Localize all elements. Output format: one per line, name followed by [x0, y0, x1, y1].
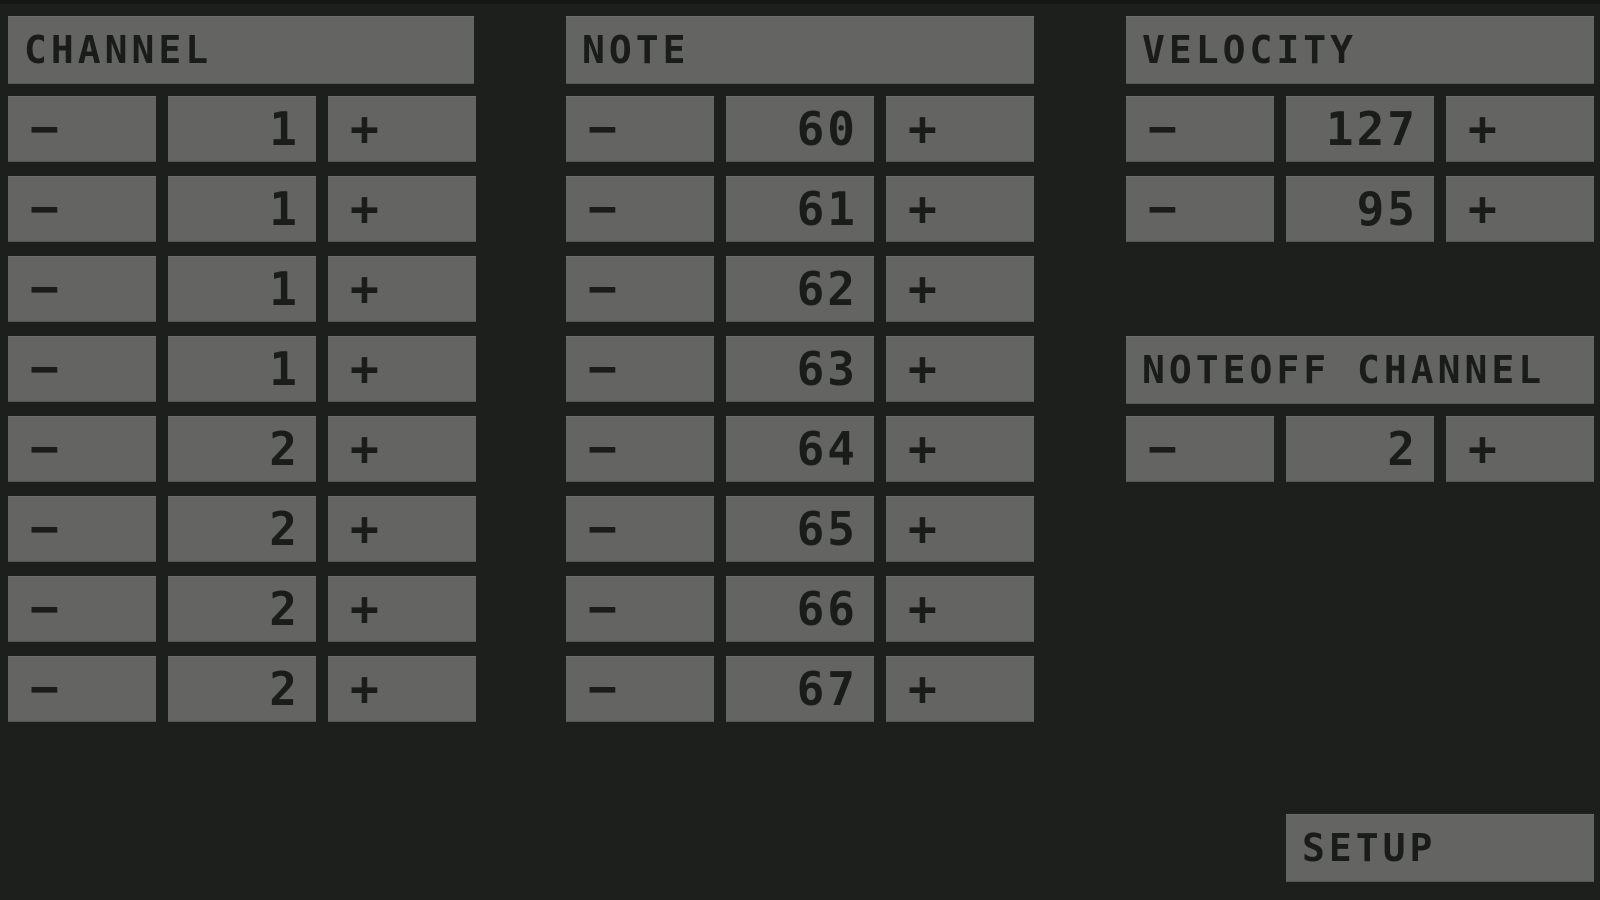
note-increment-button[interactable]: + [886, 496, 1034, 562]
channel-decrement-button[interactable]: − [8, 496, 156, 562]
channel-value: 2 [168, 576, 316, 642]
channel-value: 2 [168, 416, 316, 482]
note-value: 67 [726, 656, 874, 722]
note-increment-button[interactable]: + [886, 176, 1034, 242]
channel-value: 2 [168, 496, 316, 562]
note-decrement-button[interactable]: − [566, 176, 714, 242]
note-decrement-button[interactable]: − [566, 96, 714, 162]
velocity-increment-button[interactable]: + [1446, 96, 1594, 162]
velocity-decrement-button[interactable]: − [1126, 176, 1274, 242]
note-increment-button[interactable]: + [886, 656, 1034, 722]
velocity-increment-button[interactable]: + [1446, 176, 1594, 242]
channel-value: 2 [168, 656, 316, 722]
channel-decrement-button[interactable]: − [8, 656, 156, 722]
channel-increment-button[interactable]: + [328, 336, 476, 402]
note-decrement-button[interactable]: − [566, 416, 714, 482]
note-increment-button[interactable]: + [886, 576, 1034, 642]
channel-decrement-button[interactable]: − [8, 336, 156, 402]
note-value: 60 [726, 96, 874, 162]
note-decrement-button[interactable]: − [566, 496, 714, 562]
channel-value: 1 [168, 336, 316, 402]
setup-button[interactable]: SETUP [1286, 814, 1594, 882]
note-value: 66 [726, 576, 874, 642]
note-decrement-button[interactable]: − [566, 656, 714, 722]
noteoff-channel-decrement-button[interactable]: − [1126, 416, 1274, 482]
noteoff-channel-increment-button[interactable]: + [1446, 416, 1594, 482]
channel-increment-button[interactable]: + [328, 176, 476, 242]
note-increment-button[interactable]: + [886, 256, 1034, 322]
channel-header: CHANNEL [8, 16, 474, 84]
channel-increment-button[interactable]: + [328, 416, 476, 482]
channel-increment-button[interactable]: + [328, 656, 476, 722]
note-value: 64 [726, 416, 874, 482]
note-value: 61 [726, 176, 874, 242]
note-value: 63 [726, 336, 874, 402]
note-value: 65 [726, 496, 874, 562]
channel-decrement-button[interactable]: − [8, 256, 156, 322]
note-increment-button[interactable]: + [886, 336, 1034, 402]
note-header: NOTE [566, 16, 1034, 84]
note-increment-button[interactable]: + [886, 416, 1034, 482]
channel-increment-button[interactable]: + [328, 576, 476, 642]
velocity-value: 95 [1286, 176, 1434, 242]
note-increment-button[interactable]: + [886, 96, 1034, 162]
channel-decrement-button[interactable]: − [8, 96, 156, 162]
velocity-header: VELOCITY [1126, 16, 1594, 84]
channel-increment-button[interactable]: + [328, 96, 476, 162]
channel-value: 1 [168, 176, 316, 242]
note-value: 62 [726, 256, 874, 322]
note-decrement-button[interactable]: − [566, 256, 714, 322]
channel-increment-button[interactable]: + [328, 256, 476, 322]
channel-decrement-button[interactable]: − [8, 576, 156, 642]
note-decrement-button[interactable]: − [566, 576, 714, 642]
channel-decrement-button[interactable]: − [8, 416, 156, 482]
top-border [0, 0, 1600, 4]
noteoff-channel-value: 2 [1286, 416, 1434, 482]
channel-value: 1 [168, 96, 316, 162]
channel-decrement-button[interactable]: − [8, 176, 156, 242]
note-decrement-button[interactable]: − [566, 336, 714, 402]
velocity-decrement-button[interactable]: − [1126, 96, 1274, 162]
velocity-value: 127 [1286, 96, 1434, 162]
channel-increment-button[interactable]: + [328, 496, 476, 562]
noteoff-channel-header: NOTEOFF CHANNEL [1126, 336, 1594, 404]
channel-value: 1 [168, 256, 316, 322]
